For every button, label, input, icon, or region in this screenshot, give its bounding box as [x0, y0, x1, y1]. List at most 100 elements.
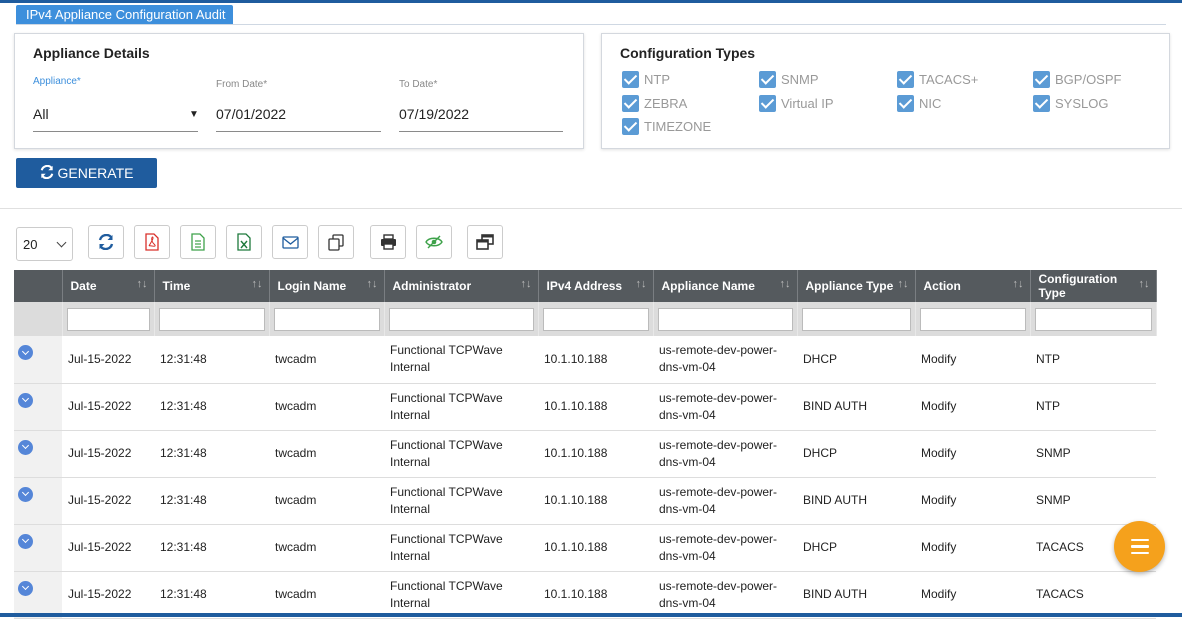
table-cell: 12:31:48: [154, 477, 269, 525]
filter-input-appliance-type[interactable]: [801, 307, 911, 331]
table-cell: us-remote-dev-power-dns-vm-04: [653, 571, 797, 619]
filter-input-appliance-name[interactable]: [657, 307, 793, 331]
sort-icon[interactable]: ↑↓: [1013, 278, 1024, 290]
filter-input-login-name[interactable]: [273, 307, 380, 331]
checkbox-nic[interactable]: NIC: [897, 95, 941, 112]
table-row[interactable]: Jul-15-2022 12:31:48 twcadm Functional TCPW…: [14, 430, 1156, 478]
dropdown-caret-icon[interactable]: ▼: [189, 109, 199, 120]
chevron-down-icon[interactable]: [18, 580, 33, 596]
column-header-time[interactable]: Time ↑↓: [154, 270, 270, 302]
table-row[interactable]: Jul-15-2022 12:31:48 twcadm Functional TCPW…: [14, 524, 1156, 572]
page-title-tab[interactable]: IPv4 Appliance Configuration Audit: [16, 5, 234, 24]
checkbox-checked-icon[interactable]: [897, 95, 914, 112]
column-header-configuration-type[interactable]: Configuration Type ↑↓: [1030, 270, 1157, 302]
tab-underline: [16, 24, 1166, 25]
table-row[interactable]: Jul-15-2022 12:31:48 twcadm Functional TCPW…: [14, 477, 1156, 525]
filter-input-date[interactable]: [66, 307, 150, 331]
copy-button[interactable]: [318, 225, 354, 259]
table-cell: Functional TCPWave Internal: [384, 383, 538, 431]
checkbox-checked-icon[interactable]: [1033, 71, 1050, 88]
export-excel-button[interactable]: [226, 225, 262, 259]
filter-input-administrator[interactable]: [388, 307, 534, 331]
checkbox-checked-icon[interactable]: [759, 95, 776, 112]
column-header-date[interactable]: Date ↑↓: [62, 270, 155, 302]
table-cell: twcadm: [269, 430, 384, 478]
column-header-ipv4-address[interactable]: IPv4 Address ↑↓: [538, 270, 654, 302]
checkbox-zebra[interactable]: ZEBRA: [622, 95, 687, 112]
table-cell: Functional TCPWave Internal: [384, 477, 538, 525]
table-cell: Functional TCPWave Internal: [384, 571, 538, 619]
table-cell: twcadm: [269, 571, 384, 619]
filter-input-configuration-type[interactable]: [1034, 307, 1152, 331]
sort-icon[interactable]: ↑↓: [898, 278, 909, 290]
checkbox-bgp-ospf[interactable]: BGP/OSPF: [1033, 71, 1121, 88]
table-cell: us-remote-dev-power-dns-vm-04: [653, 524, 797, 572]
export-pdf-button[interactable]: [134, 225, 170, 259]
chevron-down-icon[interactable]: [18, 392, 33, 408]
checkbox-ntp[interactable]: NTP: [622, 71, 670, 88]
pdf-icon: [145, 233, 159, 251]
chevron-down-icon[interactable]: [18, 486, 33, 502]
table-cell: NTP: [1030, 336, 1156, 384]
sort-icon[interactable]: ↑↓: [137, 278, 148, 290]
generate-button[interactable]: GENERATE: [16, 158, 157, 188]
column-header-login-name[interactable]: Login Name ↑↓: [269, 270, 385, 302]
table-cell: Jul-15-2022: [62, 336, 154, 384]
filter-cell: [915, 302, 1031, 336]
floating-menu-button[interactable]: [1114, 521, 1165, 572]
table-cell: 10.1.10.188: [538, 477, 653, 525]
print-button[interactable]: [370, 225, 406, 259]
refresh-button[interactable]: [88, 225, 124, 259]
sort-icon[interactable]: ↑↓: [780, 278, 791, 290]
checkbox-checked-icon[interactable]: [897, 71, 914, 88]
checkbox-syslog[interactable]: SYSLOG: [1033, 95, 1108, 112]
table-cell: Functional TCPWave Internal: [384, 430, 538, 478]
checkbox-checked-icon[interactable]: [622, 71, 639, 88]
column-header-appliance-name[interactable]: Appliance Name ↑↓: [653, 270, 798, 302]
filter-cell: [62, 302, 155, 336]
filter-cell: [154, 302, 270, 336]
checkbox-timezone[interactable]: TIMEZONE: [622, 118, 711, 135]
column-visibility-button[interactable]: [416, 225, 452, 259]
checkbox-tacacs[interactable]: TACACS+: [897, 71, 978, 88]
row-expand-cell: [14, 383, 62, 431]
checkbox-checked-icon[interactable]: [622, 95, 639, 112]
table-row[interactable]: Jul-15-2022 12:31:48 twcadm Functional TCPW…: [14, 336, 1156, 384]
table-cell: BIND AUTH: [797, 383, 915, 431]
excel-icon: [237, 233, 251, 251]
column-header-administrator[interactable]: Administrator ↑↓: [384, 270, 539, 302]
to-date-input[interactable]: 07/19/2022: [399, 106, 469, 122]
checkbox-checked-icon[interactable]: [1033, 95, 1050, 112]
appliance-select[interactable]: All: [33, 106, 49, 122]
sort-icon[interactable]: ↑↓: [1139, 278, 1150, 290]
section-divider: [0, 208, 1182, 209]
sort-icon[interactable]: ↑↓: [521, 278, 532, 290]
table-row[interactable]: Jul-15-2022 12:31:48 twcadm Functional TCPW…: [14, 383, 1156, 431]
column-header-appliance-type[interactable]: Appliance Type ↑↓: [797, 270, 916, 302]
filter-cell: [797, 302, 916, 336]
chevron-down-icon[interactable]: [18, 345, 33, 360]
table-cell: Jul-15-2022: [62, 477, 154, 525]
audit-table: Date ↑↓ Time ↑↓ Login Name ↑↓ Administrator…: [14, 270, 1157, 619]
sort-icon[interactable]: ↑↓: [636, 278, 647, 290]
table-cell: twcadm: [269, 477, 384, 525]
filter-input-time[interactable]: [158, 307, 265, 331]
column-header-action[interactable]: Action ↑↓: [915, 270, 1031, 302]
checkbox-checked-icon[interactable]: [759, 71, 776, 88]
checkbox-snmp[interactable]: SNMP: [759, 71, 819, 88]
column-chooser-button[interactable]: [467, 225, 503, 259]
table-row[interactable]: Jul-15-2022 12:31:48 twcadm Functional TCPW…: [14, 571, 1156, 619]
filter-cell: [1030, 302, 1157, 336]
filter-input-ipv4-address[interactable]: [542, 307, 649, 331]
page-size-select[interactable]: 20: [16, 227, 73, 261]
chevron-down-icon[interactable]: [18, 533, 33, 549]
export-csv-button[interactable]: [180, 225, 216, 259]
sort-icon[interactable]: ↑↓: [252, 278, 263, 290]
sort-icon[interactable]: ↑↓: [367, 278, 378, 290]
checkbox-virtual-ip[interactable]: Virtual IP: [759, 95, 834, 112]
email-button[interactable]: [272, 225, 308, 259]
checkbox-checked-icon[interactable]: [622, 118, 639, 135]
chevron-down-icon[interactable]: [18, 439, 33, 455]
filter-input-action[interactable]: [919, 307, 1026, 331]
from-date-input[interactable]: 07/01/2022: [216, 106, 286, 122]
